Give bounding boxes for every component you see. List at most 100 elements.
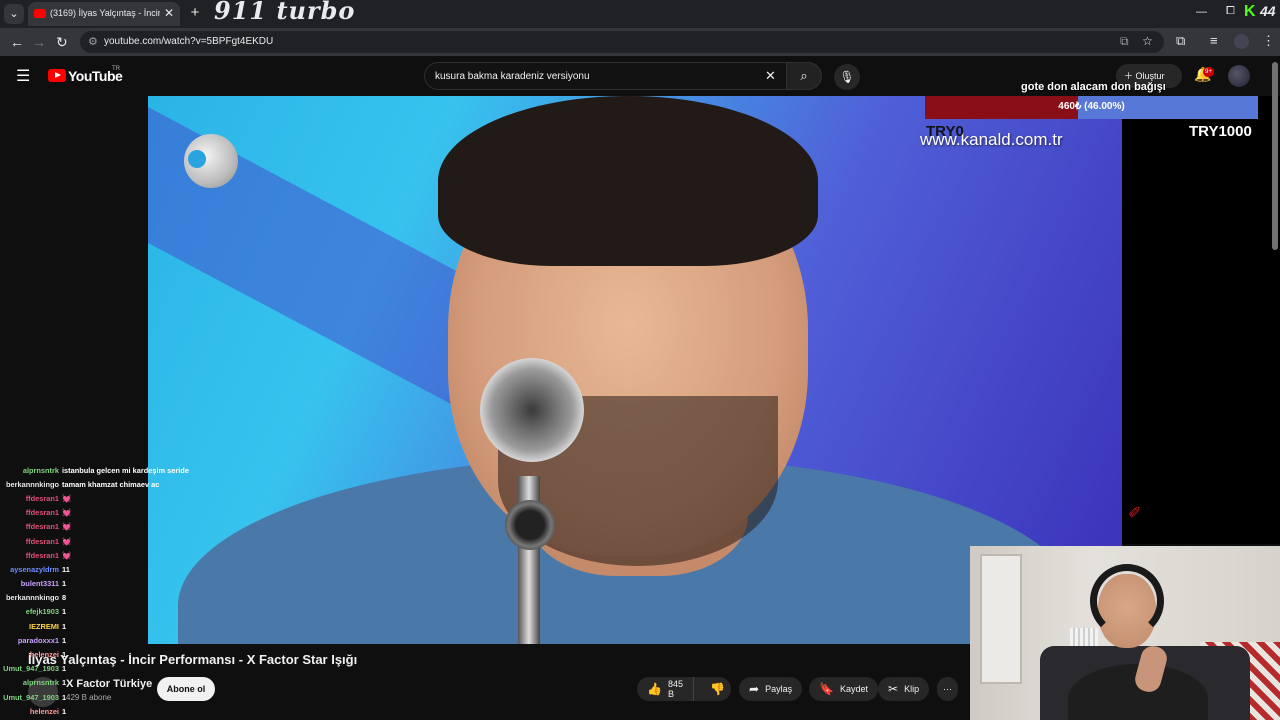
reading-list-icon[interactable]: ≡ — [1210, 33, 1218, 48]
like-dislike-group: 👍 845 B 👎 — [637, 677, 731, 701]
dislike-icon[interactable]: 👎 — [700, 682, 735, 696]
chat-text: 11 — [62, 564, 70, 574]
url-text[interactable]: youtube.com/watch?v=5BPFgt4EKDU — [104, 36, 273, 47]
chat-text: 1 — [62, 692, 67, 702]
kick-counter: 44 — [1260, 3, 1276, 19]
chat-text: 1 — [62, 664, 67, 674]
chat-username: berkannnkingo — [6, 479, 59, 489]
chat-message: ffdesran1 💓 — [0, 534, 200, 548]
chat-message: bulent3311 1 — [0, 577, 200, 591]
like-count: 845 B — [667, 679, 683, 699]
chat-text: 💓 — [62, 493, 72, 503]
donation-goal-bar: 460₺ (46.00%) — [925, 96, 1258, 119]
chat-username: berkannnkingo — [6, 593, 59, 603]
restore-icon[interactable]: ⧠ — [1226, 5, 1235, 18]
create-label: Oluştur — [1135, 71, 1165, 81]
profile-avatar[interactable] — [1234, 34, 1249, 49]
chat-username: IEZREMI — [29, 621, 59, 631]
chat-text: 💓 — [62, 550, 72, 560]
chat-username: alprnsntrk — [22, 678, 59, 688]
streamer-webcam — [970, 546, 1280, 720]
chat-text: istanbula gelcen mi kardeşim seride — [62, 465, 189, 475]
chat-message: paradoxxx1 1 — [0, 633, 200, 647]
chat-username: paradoxxx1 — [17, 635, 59, 645]
live-chat-overlay: alprnsntrk istanbula gelcen mi kardeşim s… — [0, 463, 200, 718]
chat-message: ffdesran1 💓 — [0, 491, 200, 505]
browser-menu-icon[interactable]: ⋮ — [1262, 33, 1275, 49]
browser-toolbar: ← → ↻ ⚙ youtube.com/watch?v=5BPFgt4EKDU … — [0, 28, 1280, 56]
youtube-logo-icon[interactable] — [48, 69, 66, 82]
stream-watermark-icon: ✐ — [1128, 505, 1142, 522]
bookmark-star-icon[interactable]: ☆ — [1142, 34, 1153, 48]
chat-username: alprnsntrk — [22, 465, 59, 475]
chat-text: tamam khamzat chimaev ac — [62, 479, 160, 489]
chat-message: helenzei 1 — [0, 704, 200, 718]
chat-username: ffdesran1 — [25, 522, 59, 532]
share-button[interactable]: ➦ Paylaş — [739, 677, 803, 701]
chat-message: berkannnkingo 8 — [0, 591, 200, 605]
chat-username: helenzei — [29, 650, 59, 660]
voice-search-icon[interactable]: 🎙 — [834, 64, 860, 90]
youtube-favicon-icon — [34, 9, 46, 18]
chat-text: 1 — [62, 650, 67, 660]
headphones-icon — [1090, 564, 1164, 638]
save-button[interactable]: 🔖 Kaydet — [809, 677, 878, 701]
performer-hair — [438, 96, 818, 266]
kanal-d-logo-icon — [184, 134, 238, 188]
microphone-icon — [480, 358, 584, 462]
chat-message: Umut_947_1903 1 — [0, 690, 200, 704]
chat-username: efejk1903 — [25, 607, 59, 617]
chat-message: efejk1903 1 — [0, 605, 200, 619]
install-app-icon[interactable]: ⧉ — [1120, 34, 1129, 49]
reload-icon[interactable]: ↻ — [56, 34, 68, 51]
like-icon: 👍 — [647, 682, 662, 696]
kick-logo-icon: K — [1244, 3, 1256, 20]
chat-username: ffdesran1 — [25, 550, 59, 560]
search-icon[interactable]: ⌕ — [786, 62, 822, 90]
chat-message: helenzei 1 — [0, 647, 200, 661]
search-input[interactable]: kusura bakma karadeniz versiyonu ✕ — [424, 62, 786, 90]
share-icon: ➦ — [749, 682, 760, 696]
donation-goal-progress: 460₺ (46.00%) — [1058, 101, 1125, 112]
microphone-clip — [505, 500, 555, 550]
back-icon[interactable]: ← — [10, 34, 24, 50]
chat-text: 1 — [62, 579, 67, 589]
chat-message: Umut_947_1903 1 — [0, 662, 200, 676]
country-code: TR — [112, 66, 120, 72]
chat-username: ffdesran1 — [25, 536, 59, 546]
new-tab-button[interactable]: + — [186, 4, 204, 22]
letterbox-area — [1122, 96, 1280, 544]
search-query[interactable]: kusura bakma karadeniz versiyonu — [435, 71, 590, 82]
minimize-icon[interactable]: — — [1196, 6, 1207, 18]
chat-text: 💓 — [62, 508, 72, 518]
chat-text: 1 — [62, 607, 67, 617]
close-tab-icon[interactable]: ✕ — [164, 6, 174, 20]
chat-text: 💓 — [62, 536, 72, 546]
forward-icon[interactable]: → — [32, 34, 46, 50]
clear-search-icon[interactable]: ✕ — [765, 68, 776, 84]
extensions-icon[interactable]: ⧉ — [1176, 33, 1185, 49]
chat-text: 1 — [62, 706, 67, 716]
chat-username: ffdesran1 — [25, 493, 59, 503]
chat-message: IEZREMI 1 — [0, 619, 200, 633]
menu-icon[interactable]: ☰ — [16, 66, 30, 86]
browser-tab[interactable]: (3169) İlyas Yalçıntaş - İncir Per ✕ — [28, 2, 180, 26]
chat-username: aysenazyldrm — [10, 564, 59, 574]
donation-goal-min: TRY0 — [926, 123, 964, 140]
account-avatar[interactable] — [1228, 65, 1250, 87]
chat-username: ffdesran1 — [25, 508, 59, 518]
address-bar[interactable]: ⚙ youtube.com/watch?v=5BPFgt4EKDU ⧉ ☆ — [80, 31, 1164, 53]
tab-title: (3169) İlyas Yalçıntaş - İncir Per — [50, 8, 160, 18]
page-scrollbar[interactable] — [1272, 62, 1278, 250]
share-label: Paylaş — [765, 684, 793, 694]
save-label: Kaydet — [839, 684, 868, 694]
notification-badge: 9+ — [1203, 67, 1214, 77]
clip-icon: ✂ — [888, 682, 899, 696]
clip-button[interactable]: ✂ Klip — [878, 677, 930, 701]
stream-brand-text: 911 turbo — [214, 0, 356, 25]
tab-search-button[interactable]: ⌄ — [4, 4, 24, 24]
more-actions-icon[interactable]: ··· — [937, 677, 958, 701]
site-info-icon[interactable]: ⚙ — [88, 35, 98, 48]
like-button[interactable]: 👍 845 B — [637, 677, 694, 701]
save-icon: 🔖 — [819, 682, 834, 696]
